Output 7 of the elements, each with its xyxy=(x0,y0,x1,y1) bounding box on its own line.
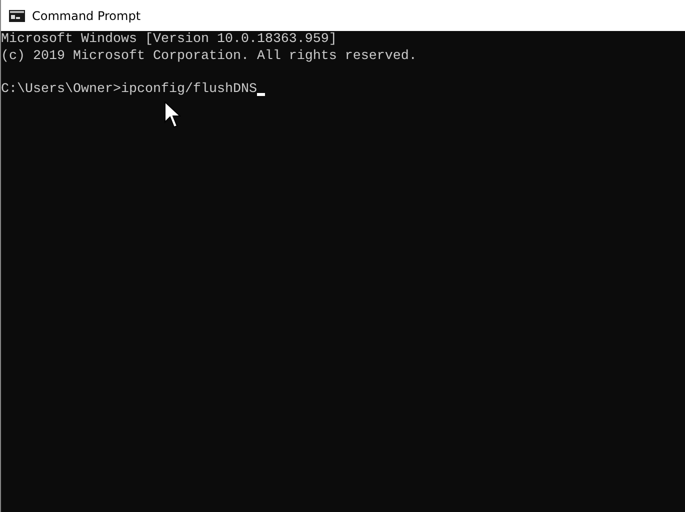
mouse-pointer-icon xyxy=(164,101,181,129)
command-line[interactable]: C:\Users\Owner>ipconfig/flushDNS xyxy=(1,82,257,98)
console-output-line: (c) 2019 Microsoft Corporation. All rights reserved. xyxy=(1,48,417,65)
window-title: Command Prompt xyxy=(32,8,141,24)
console-output-line: Microsoft Windows [Version 10.0.18363.959] xyxy=(1,32,337,48)
app-icon xyxy=(9,10,25,22)
text-cursor xyxy=(256,93,265,96)
